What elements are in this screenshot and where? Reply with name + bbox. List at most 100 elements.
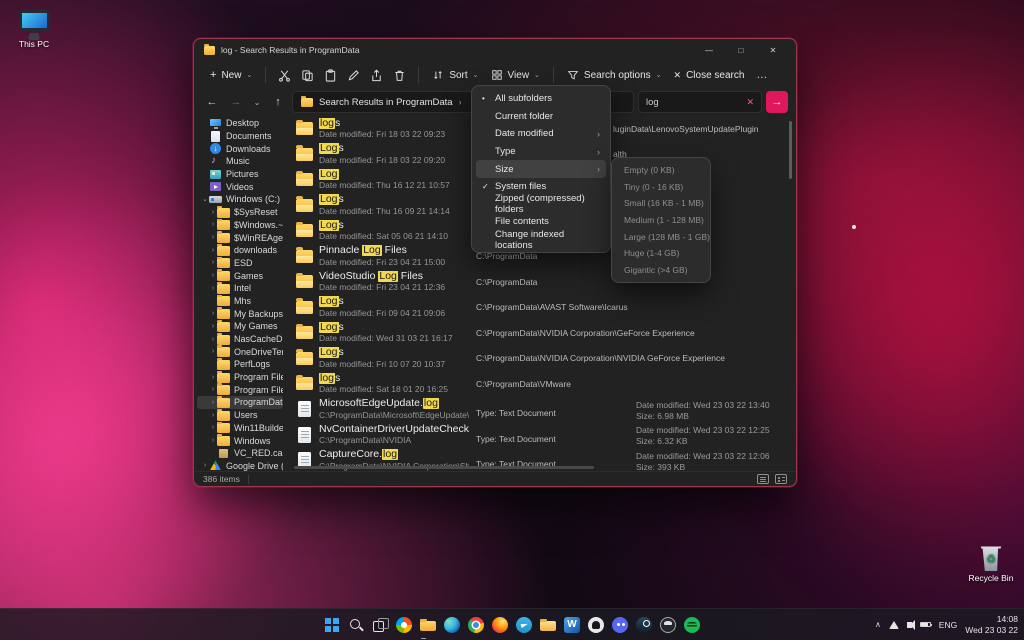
discord-icon[interactable] (609, 614, 631, 636)
sidebar-item[interactable]: Music (197, 155, 283, 168)
result-row[interactable]: logs Date modified: Sat 18 01 20 16:25 C… (286, 371, 796, 397)
copy-button[interactable] (296, 64, 319, 87)
expander-icon[interactable]: ⌄ (201, 195, 209, 203)
menu-item[interactable]: Type › (476, 143, 606, 161)
sidebar-item[interactable]: VC_RED.cab (197, 447, 283, 460)
expander-icon[interactable]: › (209, 424, 217, 431)
result-row[interactable]: Logs Date modified: Fri 10 07 20 10:37 C… (286, 346, 796, 372)
sidebar-item[interactable]: Desktop (197, 117, 283, 130)
expander-icon[interactable]: › (209, 336, 217, 343)
sidebar-item[interactable]: › Users (197, 409, 283, 422)
sidebar-item[interactable]: ⌄ Windows (C:) (197, 193, 283, 206)
breadcrumb-text[interactable]: Search Results in ProgramData (319, 97, 453, 108)
sidebar-item[interactable]: PerfLogs (197, 358, 283, 371)
clear-search-icon[interactable]: ✕ (746, 97, 754, 108)
sidebar-item[interactable]: › NasCacheDirecto (197, 333, 283, 346)
wifi-icon[interactable] (889, 621, 899, 629)
telegram-icon[interactable] (513, 614, 535, 636)
expander-icon[interactable]: › (209, 234, 217, 241)
result-row[interactable]: VideoStudio Log Files Date modified: Fri… (286, 269, 796, 295)
photos-icon[interactable] (393, 614, 415, 636)
size-filter-item[interactable]: Small (16 KB - 1 MB) (616, 195, 706, 212)
sidebar-item[interactable]: › My Games (197, 320, 283, 333)
sort-button[interactable]: Sort ⌄ (426, 63, 484, 87)
list-view-toggle[interactable] (757, 474, 769, 484)
up-button[interactable]: ↑ (268, 92, 288, 112)
volume-icon[interactable] (907, 622, 912, 628)
expander-icon[interactable]: › (209, 209, 217, 216)
result-row[interactable]: NvContainerDriverUpdateCheck.log C:\Prog… (286, 422, 796, 448)
sidebar-item[interactable]: › My Backups (197, 307, 283, 320)
details-view-toggle[interactable] (775, 474, 787, 484)
size-filter-item[interactable]: Medium (1 - 128 MB) (616, 212, 706, 229)
menu-item[interactable]: Zipped (compressed) folders (476, 196, 606, 214)
paste-button[interactable] (319, 64, 342, 87)
size-filter-item[interactable]: Gigantic (>4 GB) (616, 262, 706, 279)
title-bar[interactable]: log - Search Results in ProgramData — □ … (194, 39, 796, 61)
file-explorer-icon[interactable] (417, 614, 439, 636)
sidebar-item[interactable]: › Program Files (197, 371, 283, 384)
menu-item[interactable]: Change indexed locations (476, 231, 606, 249)
menu-item[interactable]: Date modified › (476, 125, 606, 143)
rename-button[interactable] (342, 64, 365, 87)
new-button[interactable]: + New ⌄ (204, 63, 258, 87)
search-go-button[interactable]: → (766, 91, 788, 113)
menu-item[interactable]: Size › (476, 160, 606, 178)
expander-icon[interactable]: › (209, 348, 217, 355)
maximize-button[interactable]: □ (728, 40, 754, 60)
vertical-scrollbar[interactable] (789, 121, 792, 179)
firefox-icon[interactable] (489, 614, 511, 636)
close-search-button[interactable]: ✕ Close search (668, 63, 751, 87)
close-button[interactable]: ✕ (760, 40, 786, 60)
size-filter-item[interactable]: Empty (0 KB) (616, 162, 706, 179)
task-view-icon[interactable] (369, 614, 391, 636)
sidebar-item[interactable]: Documents (197, 130, 283, 143)
sidebar-item[interactable]: › ESD (197, 257, 283, 270)
sidebar-item[interactable]: › Intel (197, 282, 283, 295)
sidebar-item[interactable]: › $SysReset (197, 206, 283, 219)
result-row[interactable]: Logs Date modified: Fri 09 04 21 09:06 C… (286, 295, 796, 321)
menu-item[interactable]: • All subfolders (476, 90, 606, 108)
obs-icon[interactable] (657, 614, 679, 636)
expander-icon[interactable]: › (209, 247, 217, 254)
expander-icon[interactable]: › (209, 323, 217, 330)
sidebar-item[interactable]: › Google Drive (G:) (197, 460, 283, 471)
expander-icon[interactable]: › (209, 310, 217, 317)
expander-icon[interactable]: › (201, 462, 209, 469)
expander-icon[interactable]: › (209, 386, 217, 393)
sidebar-item[interactable]: › OneDriveTemp (197, 345, 283, 358)
folder-icon[interactable] (537, 614, 559, 636)
expander-icon[interactable]: › (209, 374, 217, 381)
recent-locations-button[interactable]: ⌄ (250, 92, 264, 112)
result-row[interactable]: Logs Date modified: Wed 31 03 21 16:17 C… (286, 320, 796, 346)
language-indicator[interactable]: ENG (939, 620, 957, 630)
hidden-icons-chevron[interactable]: ∧ (875, 620, 881, 629)
search-options-button[interactable]: Search options ⌄ (561, 63, 668, 87)
start-icon[interactable] (321, 614, 343, 636)
recycle-bin-desktop-icon[interactable]: ♻ Recycle Bin (960, 546, 1022, 583)
expander-icon[interactable]: › (209, 437, 217, 444)
view-button[interactable]: View ⌄ (485, 63, 546, 87)
sidebar-item[interactable]: › $Windows.~WS (197, 219, 283, 232)
expander-icon[interactable]: › (209, 272, 217, 279)
sidebar-item[interactable]: › Games (197, 269, 283, 282)
search-icon[interactable] (345, 614, 367, 636)
sidebar-item[interactable]: › Program Files (x8 (197, 383, 283, 396)
this-pc-desktop-icon[interactable]: This PC (2, 10, 66, 49)
expander-icon[interactable]: › (209, 285, 217, 292)
search-value[interactable]: log (646, 97, 746, 108)
sidebar-item[interactable]: › ProgramData (197, 396, 283, 409)
horizontal-scrollbar[interactable] (294, 466, 594, 469)
size-filter-item[interactable]: Large (128 MB - 1 GB) (616, 228, 706, 245)
sidebar-item[interactable]: › $WinREAgent (197, 231, 283, 244)
see-more-button[interactable]: … (750, 69, 773, 81)
minimize-button[interactable]: — (696, 40, 722, 60)
steam-icon[interactable] (633, 614, 655, 636)
delete-button[interactable] (388, 64, 411, 87)
expander-icon[interactable]: › (209, 399, 217, 406)
expander-icon[interactable]: › (209, 412, 217, 419)
sidebar-item[interactable]: › Windows (197, 434, 283, 447)
menu-item[interactable]: Current folder (476, 108, 606, 126)
expander-icon[interactable]: › (209, 259, 217, 266)
size-filter-item[interactable]: Huge (1-4 GB) (616, 245, 706, 262)
